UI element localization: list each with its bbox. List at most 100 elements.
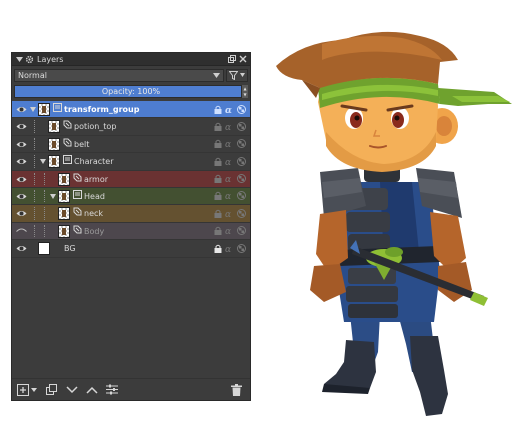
lock-icon[interactable]	[213, 243, 222, 253]
lock-icon[interactable]	[213, 226, 222, 236]
visibility-eye-icon[interactable]	[16, 104, 27, 115]
docker-titlebar: Layers	[12, 53, 250, 66]
tree-branch-line	[44, 189, 45, 203]
alpha-lock-icon[interactable]: α	[225, 191, 234, 201]
layer-row[interactable]: Body α	[12, 222, 250, 241]
visibility-eye-icon[interactable]	[16, 174, 27, 185]
expand-arrow-icon[interactable]	[29, 106, 36, 113]
move-up-icon[interactable]	[85, 383, 98, 396]
layer-row[interactable]: armor α	[12, 170, 250, 188]
tree-branch-line	[34, 207, 35, 220]
close-icon[interactable]	[238, 55, 247, 64]
lock-icon[interactable]	[213, 121, 222, 131]
lock-icon[interactable]	[213, 104, 222, 114]
layer-toolbar: Normal	[14, 68, 248, 82]
float-icon[interactable]	[227, 55, 236, 64]
tree-branch-line	[34, 224, 35, 238]
dropdown-arrow-icon[interactable]	[30, 383, 37, 396]
alpha-lock-icon[interactable]: α	[225, 226, 234, 236]
svg-text:α: α	[225, 175, 231, 183]
inherit-alpha-icon[interactable]	[237, 174, 246, 184]
layer-row[interactable]: belt α	[12, 136, 250, 154]
layer-row[interactable]: potion_top α	[12, 118, 250, 136]
svg-text:α: α	[225, 158, 231, 166]
visibility-eye-icon[interactable]	[16, 208, 27, 219]
move-down-icon[interactable]	[65, 383, 78, 396]
layer-name: transform_group	[64, 105, 140, 114]
lock-icon[interactable]	[213, 208, 222, 218]
alpha-lock-icon[interactable]: α	[225, 104, 234, 114]
visibility-eye-icon[interactable]	[16, 191, 27, 202]
inherit-alpha-icon[interactable]	[237, 139, 246, 149]
lock-icon[interactable]	[213, 139, 222, 149]
tree-branch-line	[34, 172, 35, 185]
expand-arrow-icon[interactable]	[49, 193, 56, 200]
tree-branch-line	[34, 137, 35, 151]
visibility-eye-icon[interactable]	[16, 121, 27, 132]
properties-icon[interactable]	[105, 383, 118, 396]
layer-properties: α	[213, 139, 246, 149]
expand-arrow-icon[interactable]	[39, 158, 46, 165]
layer-name: BG	[64, 244, 76, 254]
svg-text:α: α	[225, 210, 231, 218]
layer-thumbnail	[58, 172, 70, 186]
delete-icon[interactable]	[230, 383, 243, 396]
visibility-eye-icon[interactable]	[16, 243, 27, 254]
visibility-hidden-icon[interactable]	[16, 226, 27, 237]
spin-up-icon[interactable]: ▲	[243, 86, 246, 91]
layer-row[interactable]: transform_group α	[12, 101, 250, 119]
lock-icon[interactable]	[213, 191, 222, 201]
character-legs	[322, 314, 448, 416]
layer-row[interactable]: BG α	[12, 240, 250, 258]
lock-icon[interactable]	[213, 174, 222, 184]
opacity-slider[interactable]: Opacity: 100% ▲ ▼	[14, 85, 248, 98]
transform-mask-icon	[73, 173, 82, 182]
alpha-lock-icon[interactable]: α	[225, 156, 234, 166]
layer-thumbnail	[58, 189, 70, 203]
transform-mask-icon	[63, 120, 72, 129]
group-layer-icon	[73, 189, 82, 199]
layer-name: potion_top	[74, 122, 117, 132]
blend-mode-dropdown[interactable]: Normal	[14, 68, 224, 82]
gear-icon[interactable]	[25, 55, 34, 64]
layer-row[interactable]: neck α	[12, 205, 250, 223]
alpha-lock-icon[interactable]: α	[225, 121, 234, 131]
inherit-alpha-icon[interactable]	[237, 243, 246, 253]
inherit-alpha-icon[interactable]	[237, 156, 246, 166]
transform-mask-icon	[63, 138, 72, 147]
layer-properties: α	[213, 226, 246, 236]
lock-icon[interactable]	[213, 156, 222, 166]
collapse-arrow-icon[interactable]	[15, 55, 23, 63]
spin-down-icon[interactable]: ▼	[243, 92, 246, 97]
layer-name: Body	[84, 226, 105, 236]
inherit-alpha-icon[interactable]	[237, 191, 246, 201]
layer-row[interactable]: Character α	[12, 153, 250, 171]
layer-thumbnail	[38, 103, 50, 116]
inherit-alpha-icon[interactable]	[237, 104, 246, 114]
opacity-spinner[interactable]: ▲ ▼	[241, 85, 248, 98]
dropdown-arrow-icon	[213, 72, 220, 78]
visibility-eye-icon[interactable]	[16, 139, 27, 150]
layer-name: armor	[84, 174, 109, 184]
visibility-eye-icon[interactable]	[16, 156, 27, 167]
svg-text:α: α	[225, 245, 231, 253]
add-layer-icon[interactable]	[16, 383, 29, 396]
alpha-lock-icon[interactable]: α	[225, 174, 234, 184]
layer-row[interactable]: Head α	[12, 187, 250, 206]
tree-branch-line	[34, 189, 35, 203]
duplicate-icon[interactable]	[45, 383, 58, 396]
inherit-alpha-icon[interactable]	[237, 208, 246, 218]
filter-button[interactable]	[226, 68, 248, 82]
alpha-lock-icon[interactable]: α	[225, 139, 234, 149]
svg-text:α: α	[225, 192, 231, 200]
inherit-alpha-icon[interactable]	[237, 121, 246, 131]
layer-list: transform_group α potion_top α belt α Characte…	[12, 101, 250, 258]
layers-docker: Layers Normal Opacity: 100% ▲ ▼ transfor…	[11, 52, 251, 401]
filter-icon	[229, 70, 238, 80]
inherit-alpha-icon[interactable]	[237, 226, 246, 236]
alpha-lock-icon[interactable]: α	[225, 243, 234, 253]
layer-thumbnail	[48, 155, 60, 169]
alpha-lock-icon[interactable]: α	[225, 208, 234, 218]
group-layer-icon	[53, 103, 62, 112]
tree-branch-line	[44, 207, 45, 220]
